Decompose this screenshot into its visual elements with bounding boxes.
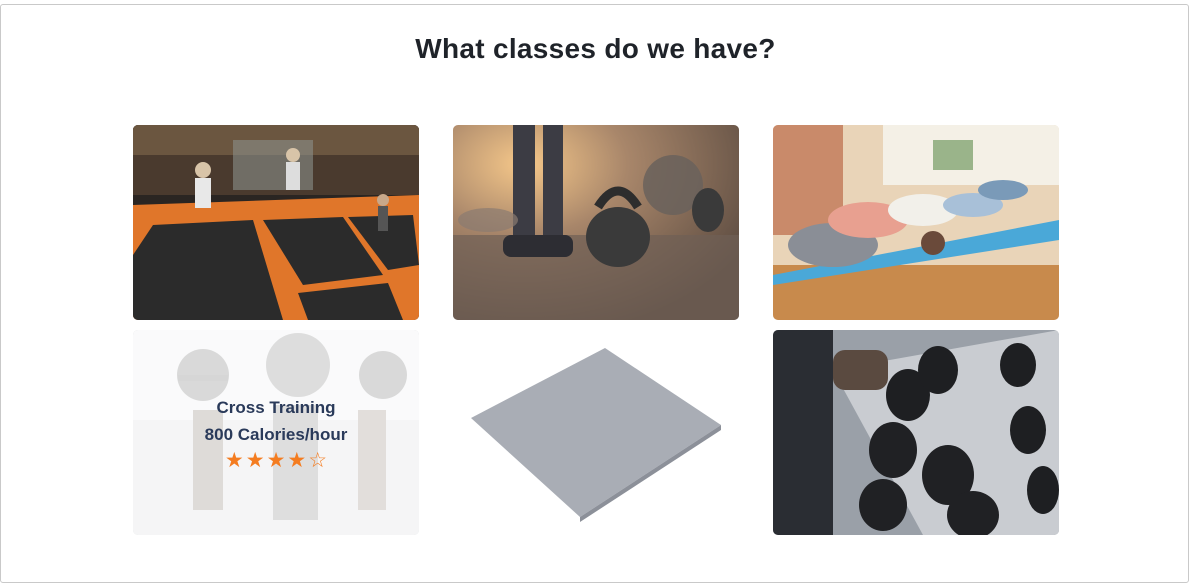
class-card-cross-training[interactable]: Cross Training 800 Calories/hour ★ ★ ★ ★ ☆ — [133, 330, 419, 535]
class-card-mat[interactable] — [453, 330, 739, 535]
class-card-trampoline[interactable] — [133, 125, 419, 320]
yoga-class-image — [773, 125, 1059, 320]
class-calories: 800 Calories/hour — [204, 424, 348, 444]
class-rating: ★ ★ ★ ★ ☆ — [224, 448, 328, 472]
kettlebell-image — [453, 125, 739, 320]
trampoline-park-image — [133, 125, 419, 320]
star-filled-icon: ★ — [266, 448, 286, 472]
class-name: Cross Training — [216, 397, 336, 417]
gray-mat-image — [453, 330, 739, 535]
dumbbell-rack-image — [773, 330, 1059, 535]
star-filled-icon: ★ — [287, 448, 307, 472]
star-filled-icon: ★ — [245, 448, 265, 472]
class-card-kettlebell[interactable] — [453, 125, 739, 320]
star-filled-icon: ★ — [224, 448, 244, 472]
star-empty-icon: ☆ — [308, 448, 328, 472]
section-title: What classes do we have? — [415, 33, 776, 64]
class-card-dumbbells[interactable] — [773, 330, 1059, 535]
class-card-yoga[interactable] — [773, 125, 1059, 320]
class-info-overlay: Cross Training 800 Calories/hour ★ ★ ★ ★ ☆ — [133, 330, 419, 535]
